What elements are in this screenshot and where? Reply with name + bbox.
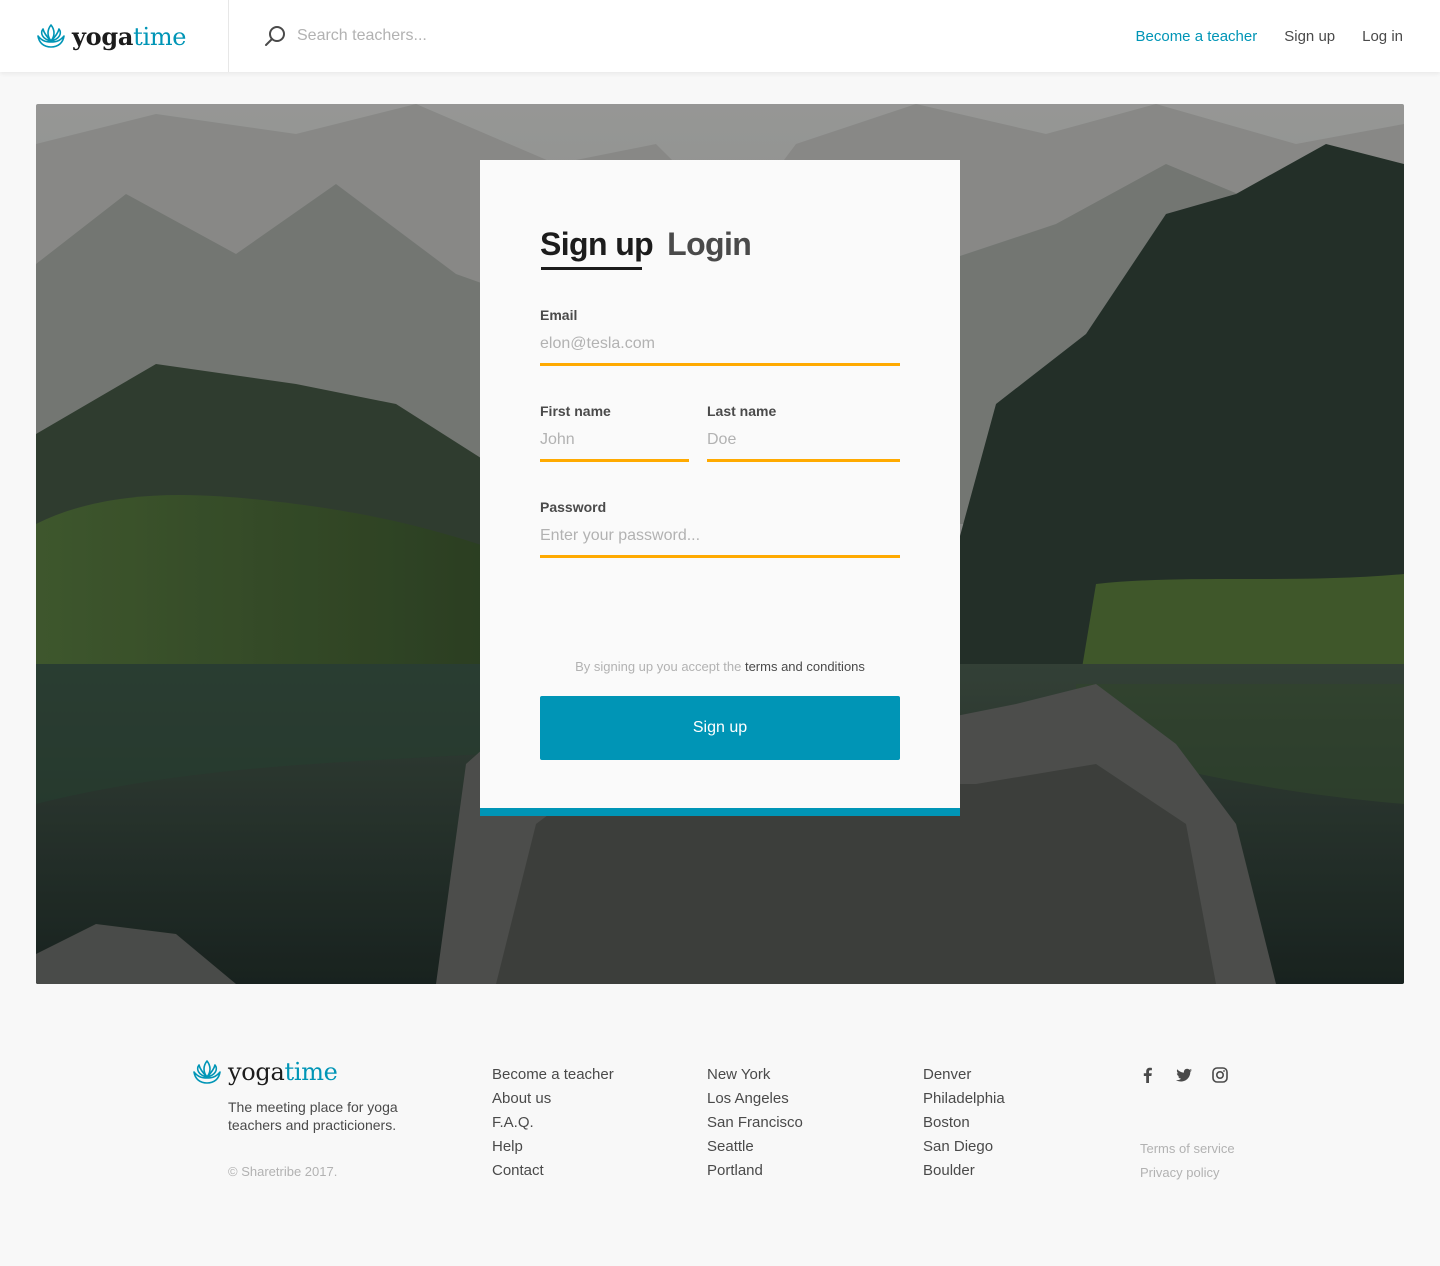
last-name-field-group: Last name bbox=[707, 403, 900, 462]
city-link[interactable]: Los Angeles bbox=[707, 1090, 789, 1107]
footer-cities-1: New York Los Angeles San Francisco Seatt… bbox=[707, 1066, 803, 1186]
footer-legal: Terms of service Privacy policy bbox=[1140, 1140, 1235, 1188]
instagram-link[interactable] bbox=[1211, 1066, 1229, 1084]
auth-card: Sign up Login Email First name Last name… bbox=[480, 160, 960, 816]
twitter-icon bbox=[1176, 1068, 1192, 1082]
social-links bbox=[1139, 1066, 1247, 1084]
footer-link-contact[interactable]: Contact bbox=[492, 1162, 544, 1179]
city-link[interactable]: San Francisco bbox=[707, 1114, 803, 1131]
city-link[interactable]: San Diego bbox=[923, 1138, 993, 1155]
footer-copyright: © Sharetribe 2017. bbox=[228, 1164, 338, 1179]
footer-logo-word-time: time bbox=[284, 1058, 338, 1086]
city-link[interactable]: Philadelphia bbox=[923, 1090, 1005, 1107]
auth-tabs: Sign up Login bbox=[540, 218, 900, 270]
instagram-icon bbox=[1212, 1067, 1228, 1083]
password-field[interactable] bbox=[540, 527, 900, 558]
top-nav: Become a teacher Sign up Log in bbox=[1109, 0, 1404, 72]
terms-link[interactable]: terms and conditions bbox=[745, 659, 865, 674]
first-name-field-group: First name bbox=[540, 403, 689, 462]
logo-word-yoga: yoga bbox=[72, 21, 134, 51]
city-link[interactable]: Boston bbox=[923, 1114, 970, 1131]
password-label: Password bbox=[540, 499, 607, 515]
tab-sign-up[interactable]: Sign up bbox=[540, 224, 654, 270]
terms-prefix: By signing up you accept the bbox=[575, 659, 742, 674]
first-name-field[interactable] bbox=[540, 431, 689, 462]
city-link[interactable]: New York bbox=[707, 1066, 770, 1083]
privacy-policy-link[interactable]: Privacy policy bbox=[1140, 1165, 1219, 1180]
sign-up-link[interactable]: Sign up bbox=[1284, 28, 1335, 45]
tab-login[interactable]: Login bbox=[667, 224, 752, 264]
footer-tagline: The meeting place for yoga teachers and … bbox=[228, 1099, 398, 1133]
log-in-link[interactable]: Log in bbox=[1362, 28, 1403, 45]
footer-link-about[interactable]: About us bbox=[492, 1090, 551, 1107]
last-name-label: Last name bbox=[707, 403, 777, 419]
terms-of-service-link[interactable]: Terms of service bbox=[1140, 1141, 1235, 1156]
footer-link-faq[interactable]: F.A.Q. bbox=[492, 1114, 534, 1131]
search-icon[interactable] bbox=[264, 25, 286, 47]
logo-wordmark: yogatime bbox=[72, 22, 186, 51]
lotus-icon bbox=[193, 1060, 221, 1084]
facebook-icon bbox=[1143, 1067, 1152, 1083]
sign-up-button[interactable]: Sign up bbox=[540, 696, 900, 760]
footer-links: Become a teacher About us F.A.Q. Help Co… bbox=[492, 1066, 614, 1186]
email-field[interactable] bbox=[540, 335, 900, 366]
footer-logo-word-yoga: yoga bbox=[228, 1058, 285, 1086]
city-link[interactable]: Boulder bbox=[923, 1162, 975, 1179]
logo-link[interactable]: yogatime bbox=[36, 22, 186, 51]
email-field-group: Email bbox=[540, 307, 900, 366]
footer-link-become-teacher[interactable]: Become a teacher bbox=[492, 1066, 614, 1083]
email-label: Email bbox=[540, 307, 578, 323]
first-name-label: First name bbox=[540, 403, 611, 419]
become-teacher-link[interactable]: Become a teacher bbox=[1136, 28, 1258, 45]
footer-logo-wordmark: yogatime bbox=[228, 1058, 338, 1086]
password-field-group: Password bbox=[540, 499, 900, 558]
facebook-link[interactable] bbox=[1139, 1066, 1157, 1084]
lotus-icon bbox=[37, 24, 65, 48]
last-name-field[interactable] bbox=[707, 431, 900, 462]
logo-container: yogatime bbox=[0, 0, 229, 72]
search-input[interactable] bbox=[297, 27, 697, 45]
city-link[interactable]: Portland bbox=[707, 1162, 763, 1179]
search-bar bbox=[264, 22, 764, 50]
twitter-link[interactable] bbox=[1175, 1066, 1193, 1084]
footer-link-help[interactable]: Help bbox=[492, 1138, 523, 1155]
city-link[interactable]: Seattle bbox=[707, 1138, 754, 1155]
city-link[interactable]: Denver bbox=[923, 1066, 971, 1083]
logo-word-time: time bbox=[133, 22, 187, 51]
terms-notice: By signing up you accept the terms and c… bbox=[540, 659, 900, 674]
footer-logo-link[interactable]: yogatime bbox=[192, 1058, 338, 1086]
top-bar: yogatime Become a teacher Sign up Log in bbox=[0, 0, 1440, 72]
footer: yogatime The meeting place for yoga teac… bbox=[0, 984, 1440, 1266]
footer-cities-2: Denver Philadelphia Boston San Diego Bou… bbox=[923, 1066, 1005, 1186]
